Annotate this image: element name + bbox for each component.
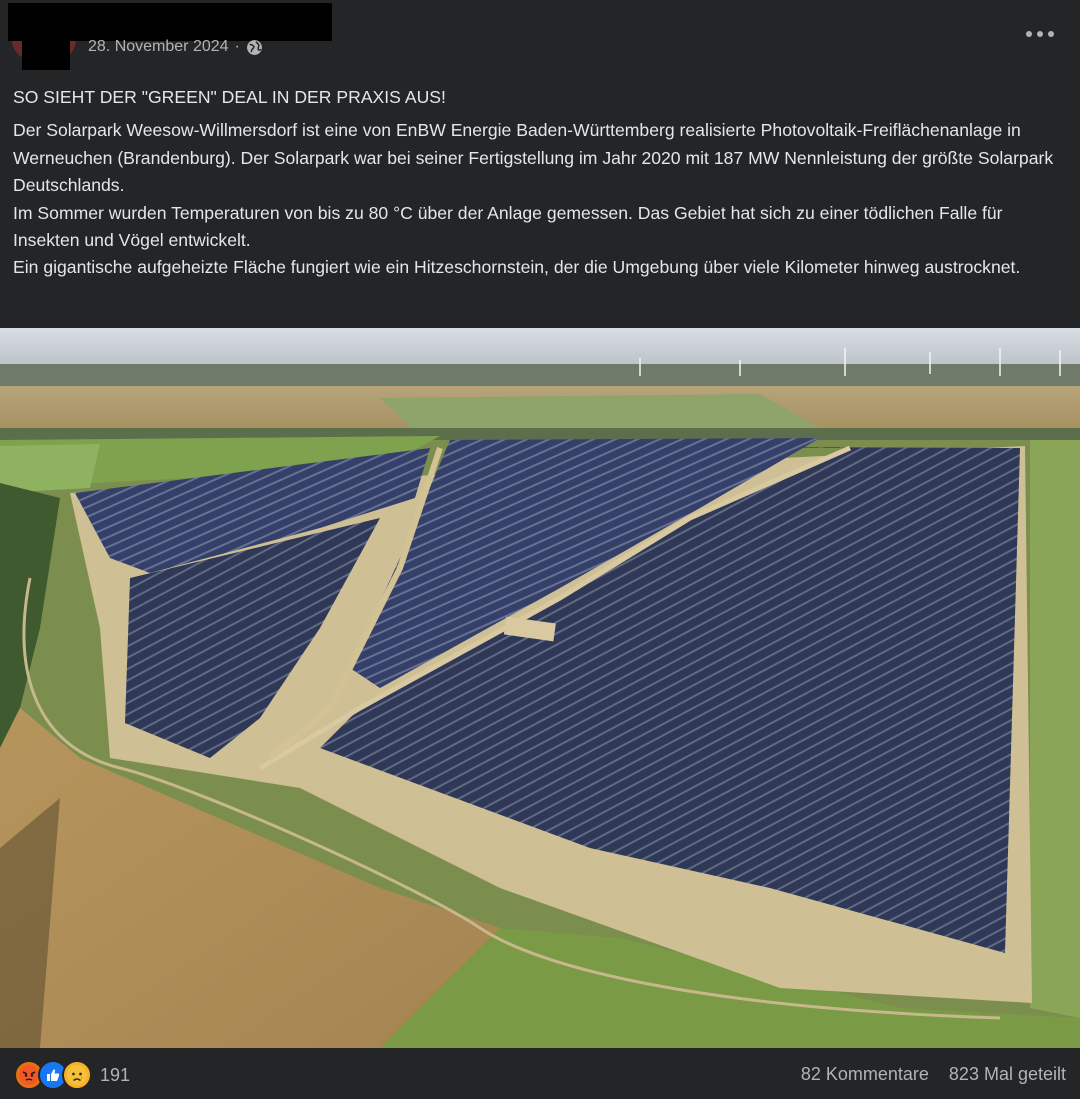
redacted-author-name xyxy=(8,3,332,41)
shares-count[interactable]: 823 Mal geteilt xyxy=(949,1064,1066,1085)
post-headline: SO SIEHT DER "GREEN" DEAL IN DER PRAXIS … xyxy=(13,87,446,107)
post-paragraph-2: Im Sommer wurden Temperaturen von bis zu… xyxy=(13,202,1003,251)
globe-icon xyxy=(246,39,262,55)
reaction-count[interactable]: 191 xyxy=(100,1065,130,1086)
post-photo-solar-park[interactable] xyxy=(0,328,1080,1048)
facebook-post: 28. November 2024 · SO SIEHT DER "GREEN"… xyxy=(0,0,1080,1099)
more-options-icon[interactable] xyxy=(1026,24,1054,44)
post-header: 28. November 2024 · xyxy=(0,0,1080,78)
reaction-summary[interactable]: 191 xyxy=(14,1060,130,1090)
post-date[interactable]: 28. November 2024 xyxy=(88,38,229,56)
solar-park-aerial-image xyxy=(0,328,1080,1048)
comments-count[interactable]: 82 Kommentare xyxy=(801,1064,929,1085)
post-footer: 191 82 Kommentare 823 Mal geteilt xyxy=(0,1050,1080,1099)
sad-reaction-icon xyxy=(62,1060,92,1090)
redacted-avatar xyxy=(22,38,70,70)
post-text: SO SIEHT DER "GREEN" DEAL IN DER PRAXIS … xyxy=(13,84,1071,282)
post-paragraph-3: Ein gigantische aufgeheizte Fläche fungi… xyxy=(13,257,1021,278)
engagement-stats: 82 Kommentare 823 Mal geteilt xyxy=(801,1064,1066,1085)
post-meta: 28. November 2024 · xyxy=(88,38,263,56)
post-paragraph-1: Der Solarpark Weesow-Willmersdorf ist ei… xyxy=(13,120,1054,196)
meta-separator: · xyxy=(234,38,240,55)
